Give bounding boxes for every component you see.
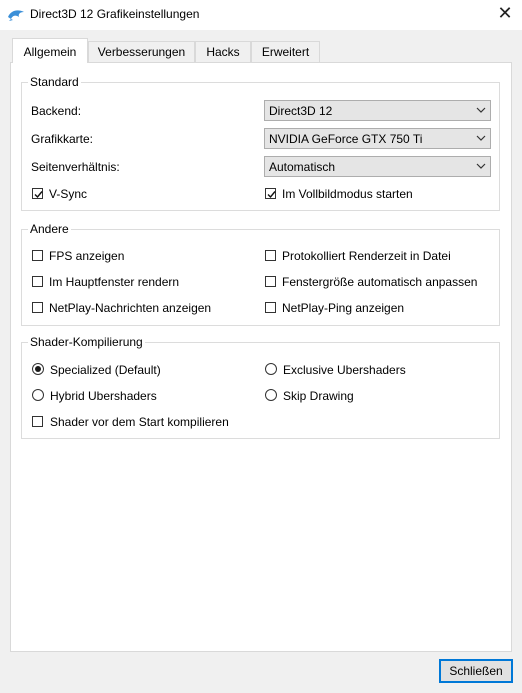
render-main-checkbox[interactable]: [32, 276, 43, 287]
log-render-time-label: Protokolliert Renderzeit in Datei: [282, 249, 451, 263]
backend-select-value: Direct3D 12: [269, 104, 333, 118]
render-main-label: Im Hauptfenster rendern: [49, 275, 180, 289]
netplay-messages-label: NetPlay-Nachrichten anzeigen: [49, 301, 212, 315]
auto-resize-checkbox[interactable]: [265, 276, 276, 287]
aspect-select-value: Automatisch: [269, 160, 336, 174]
chevron-down-icon: [476, 163, 486, 169]
backend-label: Backend:: [31, 104, 82, 118]
close-button[interactable]: Schließen: [439, 659, 513, 683]
fps-label: FPS anzeigen: [49, 249, 125, 263]
checkmark-icon: [34, 191, 43, 199]
tab-hacks[interactable]: Hacks: [195, 41, 251, 62]
adapter-select[interactable]: NVIDIA GeForce GTX 750 Ti: [264, 128, 491, 149]
hybrid-label: Hybrid Ubershaders: [50, 389, 157, 403]
log-render-time-checkbox[interactable]: [265, 250, 276, 261]
aspect-select[interactable]: Automatisch: [264, 156, 491, 177]
vsync-label: V-Sync: [49, 187, 88, 201]
skip-drawing-radio[interactable]: [265, 389, 277, 401]
skip-drawing-label: Skip Drawing: [283, 389, 354, 403]
radio-selected-dot: [35, 366, 41, 372]
fullscreen-label: Im Vollbildmodus starten: [282, 187, 413, 201]
tab-erweitert[interactable]: Erweitert: [251, 41, 320, 62]
window-title: Direct3D 12 Grafikeinstellungen: [30, 7, 200, 21]
dolphin-icon: [8, 10, 24, 21]
backend-select[interactable]: Direct3D 12: [264, 100, 491, 121]
specialized-label: Specialized (Default): [50, 363, 161, 377]
checkmark-icon: [267, 191, 276, 199]
chevron-down-icon: [476, 107, 486, 113]
chevron-down-icon: [476, 135, 486, 141]
tab-allgemein[interactable]: Allgemein: [12, 38, 88, 63]
group-standard-legend: Standard: [28, 75, 81, 89]
exclusive-radio[interactable]: [265, 363, 277, 375]
netplay-ping-label: NetPlay-Ping anzeigen: [282, 301, 405, 315]
specialized-radio[interactable]: [32, 363, 44, 375]
aspect-label: Seitenverhältnis:: [31, 160, 120, 174]
precompile-label: Shader vor dem Start kompilieren: [50, 415, 229, 429]
precompile-checkbox[interactable]: [32, 416, 43, 427]
group-shader-legend: Shader-Kompilierung: [28, 335, 145, 349]
fps-checkbox[interactable]: [32, 250, 43, 261]
auto-resize-label: Fenstergröße automatisch anpassen: [282, 275, 478, 289]
adapter-select-value: NVIDIA GeForce GTX 750 Ti: [269, 132, 423, 146]
group-other-legend: Andere: [28, 222, 71, 236]
adapter-label: Grafikkarte:: [31, 132, 94, 146]
hybrid-radio[interactable]: [32, 389, 44, 401]
netplay-ping-checkbox[interactable]: [265, 302, 276, 313]
fullscreen-checkbox[interactable]: [265, 188, 276, 199]
netplay-messages-checkbox[interactable]: [32, 302, 43, 313]
window-close-button[interactable]: ✕: [488, 0, 522, 28]
tab-verbesserungen[interactable]: Verbesserungen: [88, 41, 195, 62]
vsync-checkbox[interactable]: [32, 188, 43, 199]
exclusive-label: Exclusive Ubershaders: [283, 363, 406, 377]
title-bar: Direct3D 12 Grafikeinstellungen ✕: [0, 0, 522, 30]
